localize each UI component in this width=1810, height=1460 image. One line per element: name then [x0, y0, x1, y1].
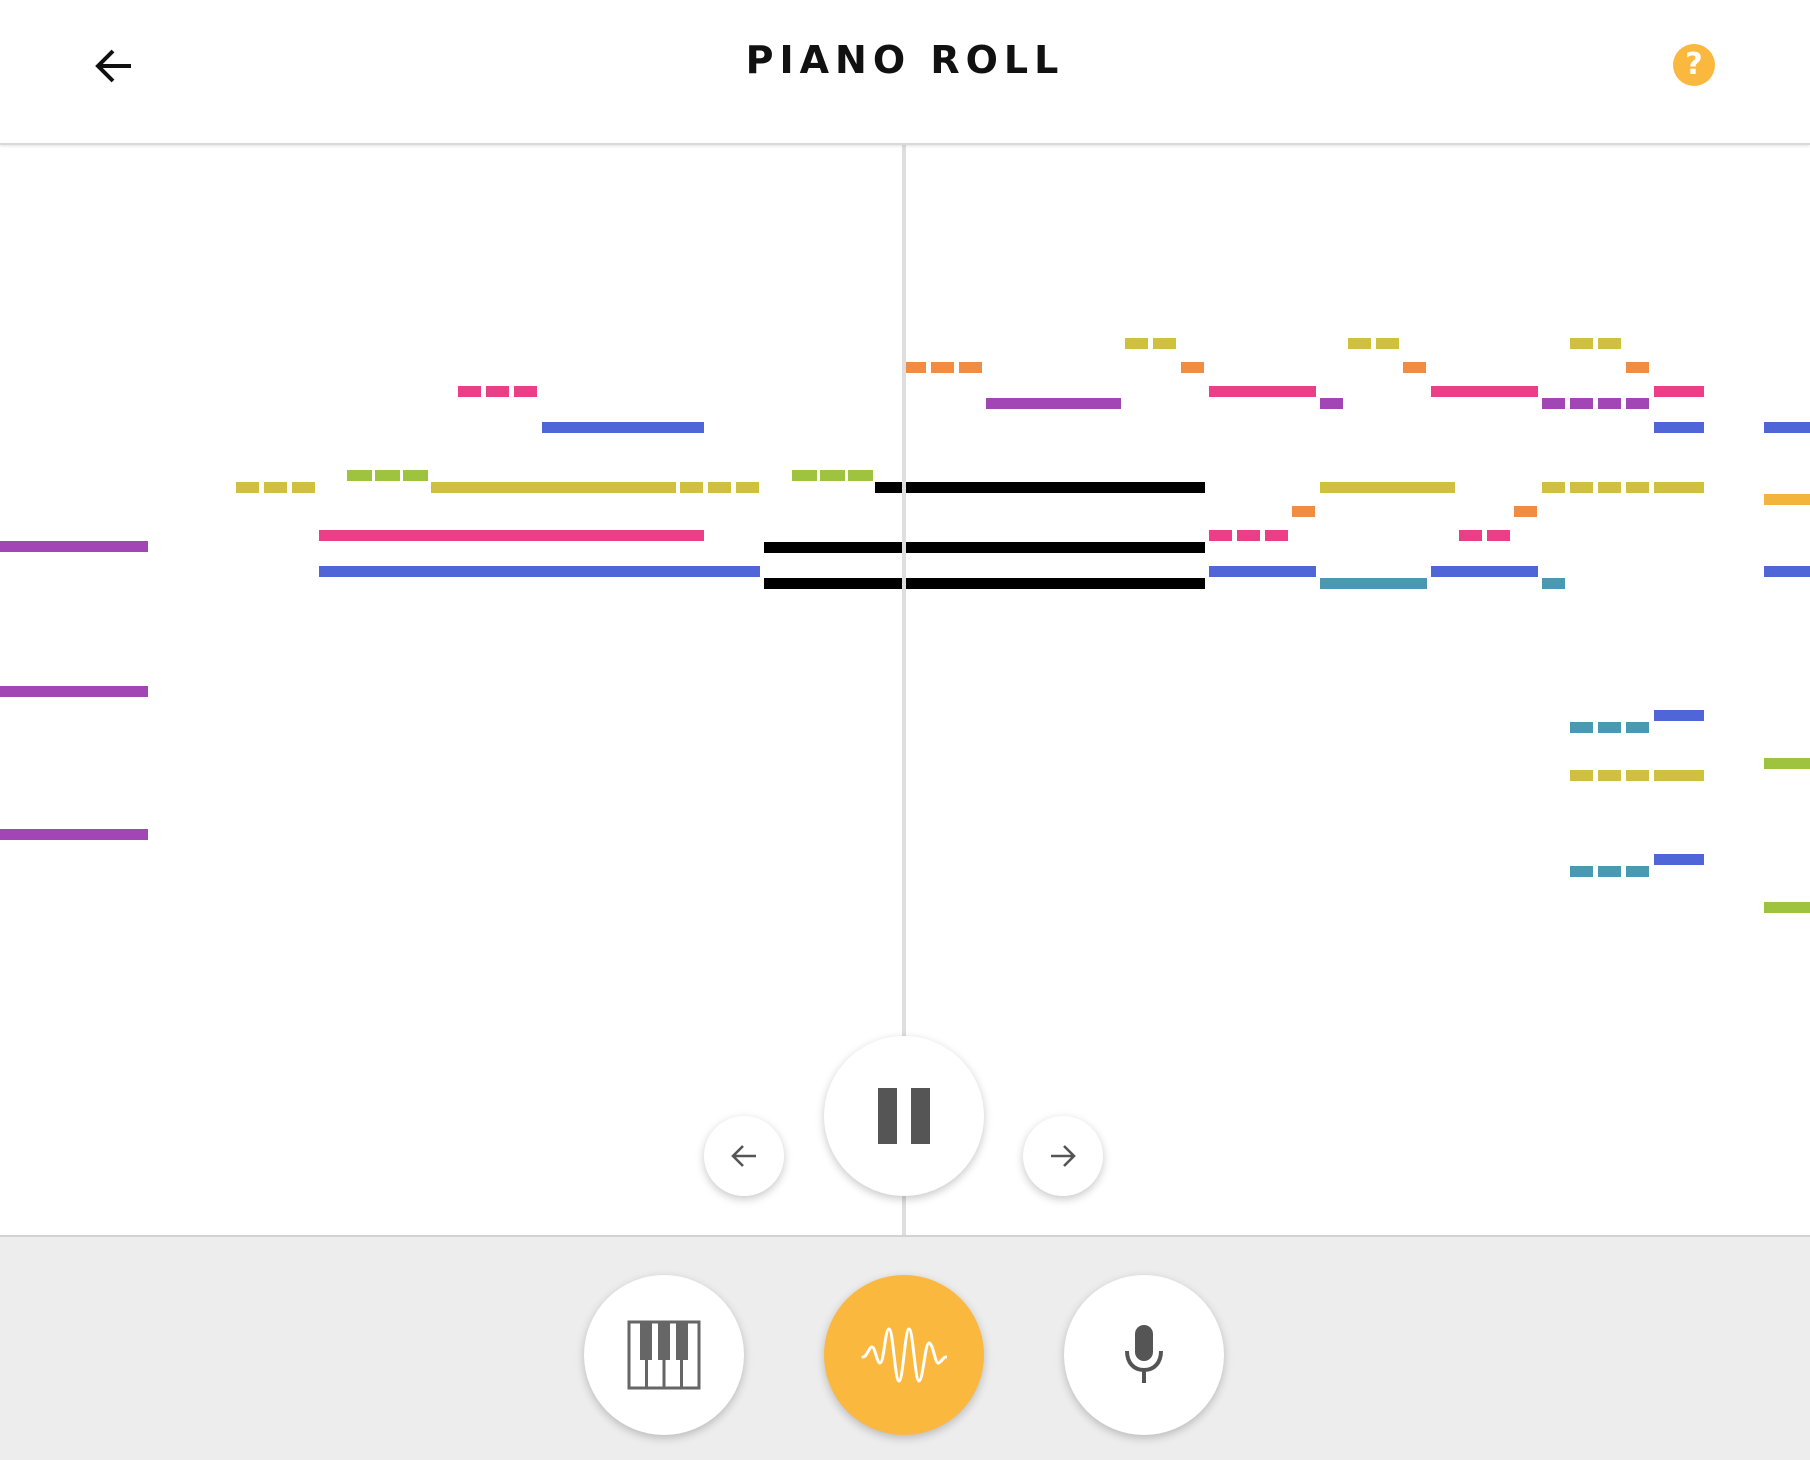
note-bar [1764, 902, 1810, 913]
note-bar [292, 482, 315, 493]
piano-mode-button[interactable] [584, 1275, 744, 1435]
note-bar [1265, 530, 1288, 541]
note-bar [959, 362, 982, 373]
note-bar [0, 541, 148, 552]
note-bar [1598, 338, 1621, 349]
note-bar [1292, 506, 1315, 517]
note-bar [1209, 530, 1232, 541]
note-bar [736, 482, 759, 493]
piano-roll-canvas[interactable] [0, 145, 1810, 1235]
microphone-mode-button[interactable] [1064, 1275, 1224, 1435]
note-bar [1153, 338, 1176, 349]
note-bar [486, 386, 509, 397]
note-bar [264, 482, 287, 493]
note-bar [1764, 758, 1810, 769]
note-bar [1514, 506, 1537, 517]
note-bar [1542, 398, 1565, 409]
note-bar [1598, 482, 1621, 493]
note-bar [1626, 398, 1649, 409]
next-button[interactable] [1023, 1116, 1103, 1196]
note-bar [1181, 362, 1204, 373]
note-bar [1598, 770, 1621, 781]
note-bar [1376, 338, 1399, 349]
note-bar [1542, 578, 1565, 589]
note-bar [680, 482, 703, 493]
note-bar [403, 470, 428, 481]
note-bar [458, 386, 481, 397]
note-bar [0, 686, 148, 697]
arrow-right-icon [1051, 1145, 1076, 1167]
question-mark-icon: ? [1685, 47, 1703, 82]
note-bar [1431, 566, 1538, 577]
note-bar [903, 362, 926, 373]
note-bar [1654, 710, 1704, 721]
note-bar [1626, 770, 1649, 781]
active-note-bar [764, 542, 1205, 553]
active-note-bar [764, 578, 1205, 589]
note-bar [1654, 386, 1704, 397]
note-bar [1320, 482, 1455, 493]
note-bar [1320, 398, 1343, 409]
note-bar [0, 829, 148, 840]
note-bar [1209, 386, 1316, 397]
note-bar [1570, 866, 1593, 877]
note-bar [792, 470, 817, 481]
top-bar: PIANO ROLL ? [0, 0, 1810, 145]
note-bar [1403, 362, 1426, 373]
note-bar [1542, 482, 1565, 493]
note-bar [1570, 398, 1593, 409]
note-bar [319, 566, 760, 577]
help-button[interactable]: ? [1673, 44, 1715, 86]
note-bar [1626, 482, 1649, 493]
page-title: PIANO ROLL [745, 38, 1065, 82]
note-bar [931, 362, 954, 373]
waveform-icon [861, 1327, 947, 1383]
note-bar [1598, 722, 1621, 733]
previous-button[interactable] [704, 1116, 784, 1196]
note-bar [1570, 722, 1593, 733]
note-bar [1598, 398, 1621, 409]
note-bar [708, 482, 731, 493]
note-bar [1654, 770, 1704, 781]
note-bar [1654, 422, 1704, 433]
note-bar [986, 398, 1121, 409]
note-bar [1764, 494, 1810, 505]
note-bar [542, 422, 704, 433]
note-bar [1320, 578, 1427, 589]
pause-icon [878, 1088, 930, 1144]
note-bar [1570, 338, 1593, 349]
note-bar [1348, 338, 1371, 349]
note-bar [1570, 482, 1593, 493]
arrow-left-icon [731, 1145, 756, 1167]
note-bar [1487, 530, 1510, 541]
note-bar [1626, 722, 1649, 733]
active-note-bar [875, 482, 1205, 493]
note-bar [347, 470, 372, 481]
note-bar [1654, 854, 1704, 865]
note-bar [431, 482, 676, 493]
note-bar [1459, 530, 1482, 541]
note-bar [1764, 566, 1810, 577]
note-bar [236, 482, 259, 493]
note-bar [820, 470, 845, 481]
note-bar [1209, 566, 1316, 577]
note-bar [375, 470, 400, 481]
mode-bar [0, 1235, 1810, 1460]
waveform-mode-button[interactable] [824, 1275, 984, 1435]
note-bar [514, 386, 537, 397]
piano-keys-icon [627, 1320, 701, 1390]
pause-button[interactable] [824, 1036, 984, 1196]
note-bar [1125, 338, 1148, 349]
note-bar [1654, 482, 1704, 493]
note-bar [1598, 866, 1621, 877]
note-bar [319, 530, 704, 541]
note-bar [1237, 530, 1260, 541]
note-bar [1626, 866, 1649, 877]
note-bar [1764, 422, 1810, 433]
note-bar [1570, 770, 1593, 781]
note-bar [1626, 362, 1649, 373]
note-bar [1431, 386, 1538, 397]
microphone-icon [1125, 1325, 1163, 1383]
note-bar [848, 470, 873, 481]
